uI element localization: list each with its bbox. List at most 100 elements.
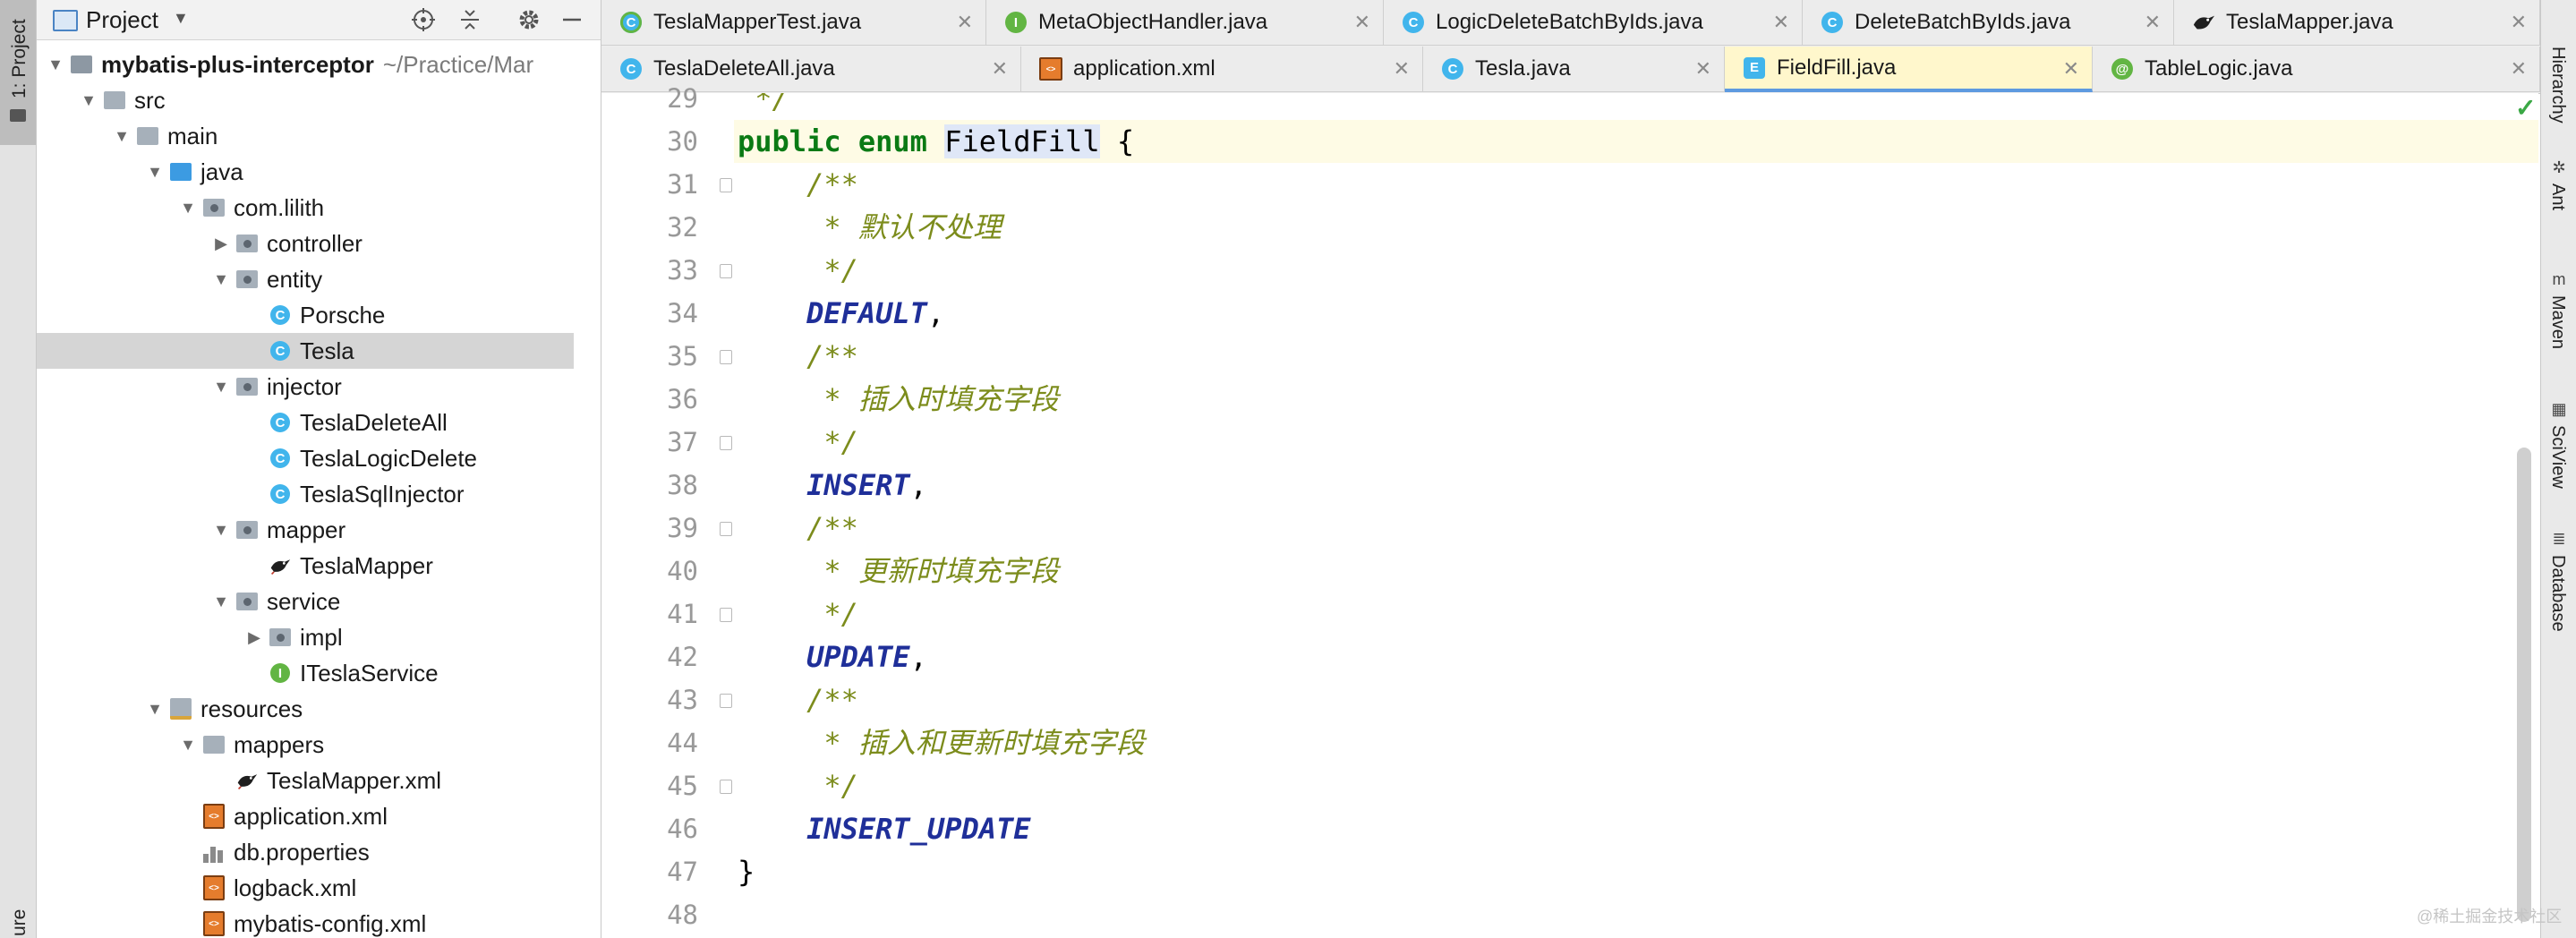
tool-tab-ant[interactable]: Ant: [2547, 183, 2568, 210]
editor-tab[interactable]: TeslaMapper.java ✕: [2174, 0, 2540, 46]
tree-row[interactable]: ▼ service: [37, 584, 574, 619]
tree-row[interactable]: ▼ main: [37, 118, 574, 154]
collapsed-arrow-icon[interactable]: ▶: [211, 234, 231, 253]
expanded-arrow-icon[interactable]: ▼: [211, 521, 231, 540]
editor-tab[interactable]: @ TableLogic.java ✕: [2093, 47, 2540, 92]
expanded-arrow-icon[interactable]: ▼: [178, 199, 198, 217]
project-tool-tab[interactable]: 1: Project: [0, 0, 36, 145]
editor-tab[interactable]: E FieldFill.java ✕: [1725, 47, 2093, 92]
project-tool-tab-label: 1: Project: [9, 19, 30, 98]
tree-row[interactable]: C Porsche: [37, 297, 574, 333]
code-editor[interactable]: */ public enum FieldFill { /** * 默认不处理 */…: [734, 93, 2538, 938]
line-number: 40: [667, 556, 698, 586]
editor-tab-label: MetaObjectHandler.java: [1038, 10, 1268, 34]
locate-file-icon[interactable]: [409, 5, 438, 34]
tree-item-label: Porsche: [300, 301, 386, 328]
editor-tab[interactable]: C TeslaMapperTest.java ✕: [601, 0, 986, 46]
tree-row[interactable]: ▶ controller: [37, 226, 574, 261]
fold-marker-icon[interactable]: [720, 264, 732, 278]
code-line: /**: [734, 335, 2538, 378]
close-icon[interactable]: ✕: [1354, 11, 1370, 34]
tree-row[interactable]: C TeslaLogicDelete: [37, 440, 574, 476]
fold-marker-icon[interactable]: [720, 780, 732, 794]
tree-row[interactable]: ▼ entity: [37, 261, 574, 297]
interface-icon: I: [269, 662, 291, 684]
expanded-arrow-icon[interactable]: ▼: [145, 700, 165, 719]
tree-row[interactable]: <> application.xml: [37, 798, 574, 834]
tree-item-label: entity: [267, 265, 323, 293]
close-icon[interactable]: ✕: [992, 57, 1008, 81]
editor-gutter: 29 30 31 32 33 34 35 36 37 38 39 40 41 42 43 44 45 46 47 48: [601, 83, 734, 938]
tree-row[interactable]: ▼ injector: [37, 369, 574, 405]
close-icon[interactable]: ✕: [2511, 11, 2527, 34]
view-dropdown-icon[interactable]: ▼: [173, 9, 189, 28]
editor-tab[interactable]: C Tesla.java ✕: [1423, 47, 1725, 92]
close-icon[interactable]: ✕: [2063, 57, 2079, 81]
inspection-ok-icon[interactable]: ✓: [2515, 93, 2536, 123]
editor-scrollbar[interactable]: [2517, 448, 2531, 922]
tree-row[interactable]: db.properties: [37, 834, 574, 870]
expanded-arrow-icon[interactable]: ▼: [79, 91, 98, 110]
tree-row[interactable]: <> mybatis-config.xml: [37, 906, 574, 938]
fold-marker-icon[interactable]: [720, 608, 732, 622]
expanded-arrow-icon[interactable]: ▼: [211, 378, 231, 397]
fold-marker-icon[interactable]: [720, 694, 732, 708]
code-token: UPDATE: [738, 640, 910, 674]
editor-tab[interactable]: <> application.xml ✕: [1021, 47, 1423, 92]
close-icon[interactable]: ✕: [1695, 57, 1711, 81]
expanded-arrow-icon[interactable]: ▼: [112, 127, 132, 146]
expanded-arrow-icon[interactable]: ▼: [46, 55, 65, 74]
close-icon[interactable]: ✕: [2511, 57, 2527, 81]
close-icon[interactable]: ✕: [1773, 11, 1789, 34]
code-token: */: [738, 425, 858, 459]
tool-tab-database[interactable]: Database: [2547, 555, 2568, 632]
tree-row[interactable]: TeslaMapper.xml: [37, 763, 574, 798]
structure-tool-tab-label[interactable]: ure: [9, 909, 30, 936]
fold-marker-icon[interactable]: [720, 436, 732, 450]
expanded-arrow-icon[interactable]: ▼: [145, 163, 165, 182]
tree-row[interactable]: ▼ src: [37, 82, 574, 118]
tree-row[interactable]: ▶ impl: [37, 619, 574, 655]
expanded-arrow-icon[interactable]: ▼: [211, 270, 231, 289]
tree-row[interactable]: ▼ mapper: [37, 512, 574, 548]
tool-tab-maven[interactable]: Maven: [2547, 295, 2568, 349]
code-token: * 插入和更新时填充字段: [738, 726, 1145, 760]
editor-tab[interactable]: I MetaObjectHandler.java ✕: [986, 0, 1384, 46]
tool-tab-hierarchy[interactable]: Hierarchy: [2547, 47, 2568, 124]
tree-row[interactable]: TeslaMapper: [37, 548, 574, 584]
close-icon[interactable]: ✕: [1394, 57, 1410, 81]
fold-marker-icon[interactable]: [720, 522, 732, 536]
class-icon: C: [1821, 11, 1844, 34]
editor-tab[interactable]: C DeleteBatchByIds.java ✕: [1803, 0, 2174, 46]
close-icon[interactable]: ✕: [2145, 11, 2161, 34]
code-token: */: [738, 253, 858, 287]
tree-row[interactable]: <> logback.xml: [37, 870, 574, 906]
tree-row[interactable]: C Tesla: [37, 333, 574, 369]
collapse-all-icon[interactable]: [456, 5, 484, 34]
line-number: 36: [667, 384, 698, 414]
code-token: INSERT_UPDATE: [738, 812, 1031, 846]
editor-tab-label: LogicDeleteBatchByIds.java: [1436, 10, 1703, 34]
close-icon[interactable]: ✕: [957, 11, 973, 34]
tree-row[interactable]: C TeslaSqlInjector: [37, 476, 574, 512]
line-number: 45: [667, 771, 698, 801]
expanded-arrow-icon[interactable]: ▼: [178, 736, 198, 755]
tree-row[interactable]: ▼ mappers: [37, 727, 574, 763]
code-line: */: [734, 593, 2538, 635]
expanded-arrow-icon[interactable]: ▼: [211, 593, 231, 611]
tree-row[interactable]: C TeslaDeleteAll: [37, 405, 574, 440]
tree-row[interactable]: ▼ mybatis-plus-interceptor ~/Practice/Mar: [37, 47, 574, 82]
package-icon: [236, 519, 258, 541]
tool-tab-sciview[interactable]: SciView: [2547, 425, 2568, 489]
collapsed-arrow-icon[interactable]: ▶: [244, 628, 264, 647]
tree-row[interactable]: ▼ com.lilith: [37, 190, 574, 226]
tree-row[interactable]: ▼ java: [37, 154, 574, 190]
fold-marker-icon[interactable]: [720, 178, 732, 192]
editor-tab[interactable]: C LogicDeleteBatchByIds.java ✕: [1384, 0, 1803, 46]
fold-marker-icon[interactable]: [720, 350, 732, 364]
gear-icon[interactable]: [515, 5, 543, 34]
hide-panel-icon[interactable]: [558, 5, 586, 34]
tree-row[interactable]: ▼ resources: [37, 691, 574, 727]
tree-row[interactable]: I ITeslaService: [37, 655, 574, 691]
class-icon: C: [269, 412, 291, 433]
